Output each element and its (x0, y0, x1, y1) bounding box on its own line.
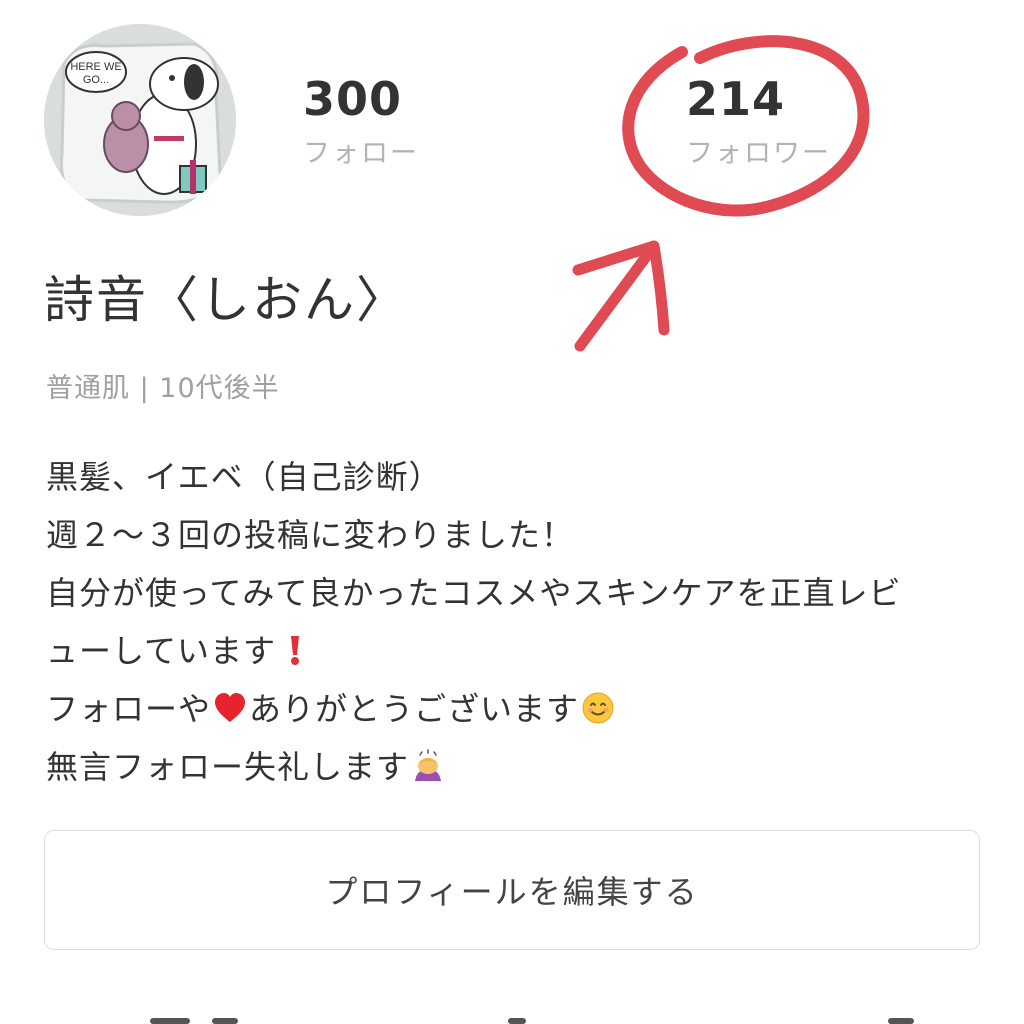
followers-count: 214 (686, 72, 786, 126)
snoopy-keychain-avatar: HERE WE GO... (44, 24, 236, 216)
followers-label: フォロワー (686, 138, 831, 169)
heart-icon (215, 693, 246, 722)
following-stat[interactable]: 300 フォロー (303, 76, 419, 167)
skin-age-meta: 普通肌 | 10代後半 (46, 373, 280, 404)
bowing-person-icon (415, 749, 442, 781)
bio-text: 無言フォロー失礼します (46, 748, 410, 786)
bio-text: 黒髪、イエベ（自己診断） (46, 458, 442, 496)
following-label: フォロー (303, 138, 419, 169)
avatar-speech-text: HERE WE (70, 61, 121, 73)
bio-text: 自分が使ってみて良かったコスメやスキンケアを正直レビ (46, 574, 902, 612)
next-section-peek (0, 1008, 1024, 1024)
avatar[interactable]: HERE WE GO... (44, 24, 236, 216)
exclamation-icon (291, 636, 300, 665)
following-count: 300 (303, 72, 403, 126)
followers-stat[interactable]: 214 フォロワー (686, 76, 831, 167)
bio-line: 黒髪、イエベ（自己診断） (46, 452, 986, 510)
svg-text:GO...: GO... (83, 74, 109, 86)
bio-text: ありがとうございます (249, 690, 580, 728)
bio-text: 週２〜３回の投稿に変わりました！ (46, 516, 575, 554)
bio-line: 自分が使ってみて良かったコスメやスキンケアを正直レビ (46, 568, 986, 626)
bio-line: フォローや ありがとうございます (46, 684, 986, 742)
bio: 黒髪、イエベ（自己診断） 週２〜３回の投稿に変わりました！ 自分が使ってみて良か… (46, 452, 986, 800)
bio-line: ューしています (46, 626, 986, 684)
smile-icon (582, 692, 614, 724)
bio-text: ューしています (46, 632, 277, 670)
bio-line: 無言フォロー失礼します (46, 742, 986, 800)
bio-text: フォローや (46, 690, 212, 728)
edit-profile-button[interactable]: プロフィールを編集する (44, 830, 980, 950)
bio-line: 週２〜３回の投稿に変わりました！ (46, 510, 986, 568)
username: 詩音〈しおん〉 (44, 271, 408, 329)
annotation-arrow (572, 240, 670, 352)
edit-profile-label: プロフィールを編集する (325, 873, 699, 911)
